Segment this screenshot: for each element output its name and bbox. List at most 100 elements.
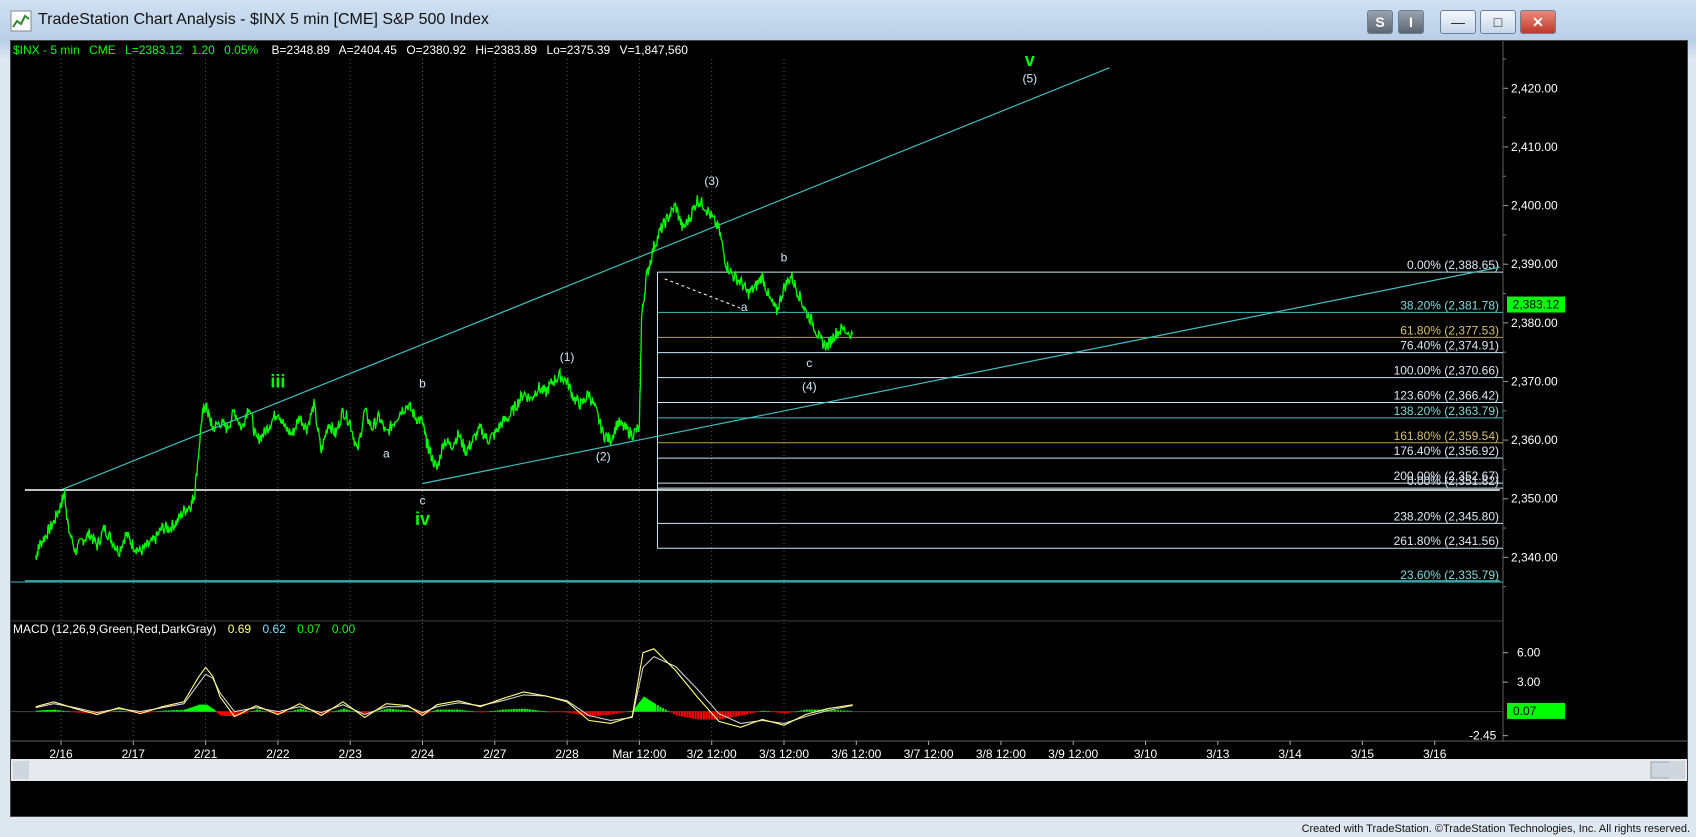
macd-histogram-bar — [531, 709, 535, 712]
fib-level-label: 261.80% (2,341.56) — [1394, 534, 1499, 548]
macd-histogram-bar — [800, 710, 803, 712]
macd-histogram-bar — [433, 710, 436, 712]
macd-histogram-bar — [708, 711, 711, 720]
macd-histogram-bar — [786, 711, 789, 714]
header-open: O=2380.92 — [406, 43, 466, 57]
macd-histogram-bar — [659, 706, 662, 712]
macd-histogram-bar — [729, 711, 732, 718]
wave-label: v — [1025, 50, 1035, 70]
macd-histogram-bar — [256, 709, 259, 712]
macd-value-zero: 0.00 — [332, 622, 356, 636]
time-axis-label: 2/24 — [411, 747, 435, 761]
footer-credit: Created with TradeStation. ©TradeStation… — [1301, 823, 1690, 835]
close-button[interactable]: ✕ — [1520, 10, 1556, 34]
macd-histogram-bar — [108, 711, 111, 713]
macd-histogram-bar — [507, 709, 510, 712]
macd-histogram-bar — [691, 711, 694, 719]
macd-histogram-bar — [118, 710, 121, 712]
macd-histogram-bar — [405, 710, 408, 712]
scrollbar-right-button — [1669, 761, 1685, 779]
time-axis-label: 3/2 12:00 — [687, 747, 737, 761]
macd-histogram-bar — [337, 710, 340, 712]
macd-histogram-bar — [559, 711, 562, 713]
macd-histogram-bar — [383, 709, 386, 712]
wave-label: (2) — [596, 450, 611, 464]
price-axis[interactable]: 2,340.00 2,350.00 2,360.00 2,370.00 2,380.00… — [1503, 58, 1565, 588]
i-menu-button[interactable]: I — [1398, 10, 1424, 34]
wave-label: a — [741, 300, 748, 314]
chart-area[interactable]: $INX - 5 min CME L=2383.12 1.20 0.05% B=… — [10, 40, 1688, 817]
macd-histogram-bar — [245, 711, 248, 714]
price-axis-label: 2,370.00 — [1511, 374, 1558, 388]
macd-histogram-bar — [675, 711, 678, 716]
macd-histogram-bar — [515, 709, 518, 712]
macd-histogram-bar — [556, 711, 559, 713]
macd-histogram-bar — [453, 709, 456, 712]
time-axis-label: 3/16 — [1423, 747, 1447, 761]
macd-histogram-bar — [678, 711, 681, 716]
price-chart-svg[interactable]: $INX - 5 min CME L=2383.12 1.20 0.05% B=… — [11, 41, 1687, 816]
macd-histogram-bar — [811, 709, 814, 712]
macd-histogram-bar — [64, 711, 67, 712]
macd-histogram-bar — [550, 711, 553, 713]
s-menu-button[interactable]: S — [1367, 10, 1393, 34]
macd-histogram-bar — [784, 711, 787, 714]
fib-level-label: 0.00% (2,351.82) — [1407, 474, 1499, 488]
time-axis-label: 3/6 12:00 — [831, 747, 881, 761]
macd-histogram-bar — [664, 709, 667, 712]
macd-histogram-bar — [348, 710, 351, 712]
time-axis-label: 2/21 — [194, 747, 218, 761]
tradestation-window: TradeStation Chart Analysis - $INX 5 min… — [0, 0, 1696, 837]
scrollbar-track — [11, 759, 1687, 781]
macd-histogram-bar — [340, 709, 343, 712]
macd-histogram-bar — [305, 710, 308, 712]
macd-histogram-bar — [386, 708, 389, 712]
macd-histogram-bar — [548, 711, 551, 713]
macd-value-avg: 0.62 — [262, 622, 286, 636]
macd-histogram-bar — [474, 711, 478, 713]
macd-histogram-bar — [540, 710, 543, 712]
macd-histogram-bar — [80, 711, 84, 713]
trendline — [60, 67, 1110, 491]
price-axis-label: 2,420.00 — [1511, 81, 1558, 95]
macd-histogram-bar — [61, 710, 65, 712]
time-axis-label: 3/14 — [1278, 747, 1302, 761]
wave-label: (3) — [704, 174, 719, 188]
svg-text:$INX - 5 min CME: $INX - 5 min CME L=2383.12 1.20 0.05% B=… — [13, 43, 688, 57]
macd-histogram-bar — [389, 708, 392, 712]
macd-histogram-bar — [127, 711, 130, 713]
header-low: Lo=2375.39 — [546, 43, 610, 57]
macd-histogram-bar — [512, 709, 516, 712]
macd-histogram-bar — [833, 710, 836, 712]
macd-histogram-bar — [175, 710, 178, 712]
header-ask: A=2404.45 — [339, 43, 398, 57]
macd-histogram-bar — [447, 709, 450, 712]
horizontal-scrollbar[interactable] — [11, 759, 1687, 781]
title-bar[interactable]: TradeStation Chart Analysis - $INX 5 min… — [0, 0, 1696, 40]
minimize-button[interactable]: — — [1440, 10, 1476, 34]
macd-histogram-bar — [762, 710, 765, 712]
macd-histogram-bar — [483, 711, 486, 713]
time-axis[interactable]: 2/16 2/17 2/21 2/22 2/23 2/24 2/27 2/28 Mar 12:0… — [49, 741, 1447, 761]
macd-axis-label: 3.00 — [1517, 675, 1541, 689]
macd-histogram-bar — [124, 711, 127, 712]
time-axis-label: 2/16 — [49, 747, 73, 761]
macd-histogram-bar — [464, 710, 467, 712]
fib-level-label: 238.20% (2,345.80) — [1394, 509, 1499, 523]
fib-level-label: 100.00% (2,370.66) — [1394, 364, 1499, 378]
macd-histogram-bar — [778, 711, 781, 713]
macd-histogram-bar — [732, 711, 735, 717]
header-pct: 0.05% — [224, 43, 258, 57]
maximize-button[interactable]: □ — [1480, 10, 1516, 34]
macd-histogram-bar — [705, 711, 708, 720]
macd-histogram-bar — [391, 709, 394, 712]
macd-histogram-bar — [477, 711, 480, 713]
scrollbar-left-button — [13, 761, 29, 779]
macd-histogram-bar — [291, 710, 294, 712]
macd-histogram-bar — [689, 711, 692, 718]
window-title: TradeStation Chart Analysis - $INX 5 min… — [38, 11, 489, 28]
svg-text:MACD (12,26,9,Green,Red,DarkGr: MACD (12,26,9,Green,Red,DarkGray) 0.69 0… — [13, 622, 356, 636]
macd-histogram-bar — [748, 711, 751, 714]
macd-histogram-bar — [288, 711, 291, 713]
fib-level-label: 23.60% (2,335.79) — [1400, 568, 1499, 582]
